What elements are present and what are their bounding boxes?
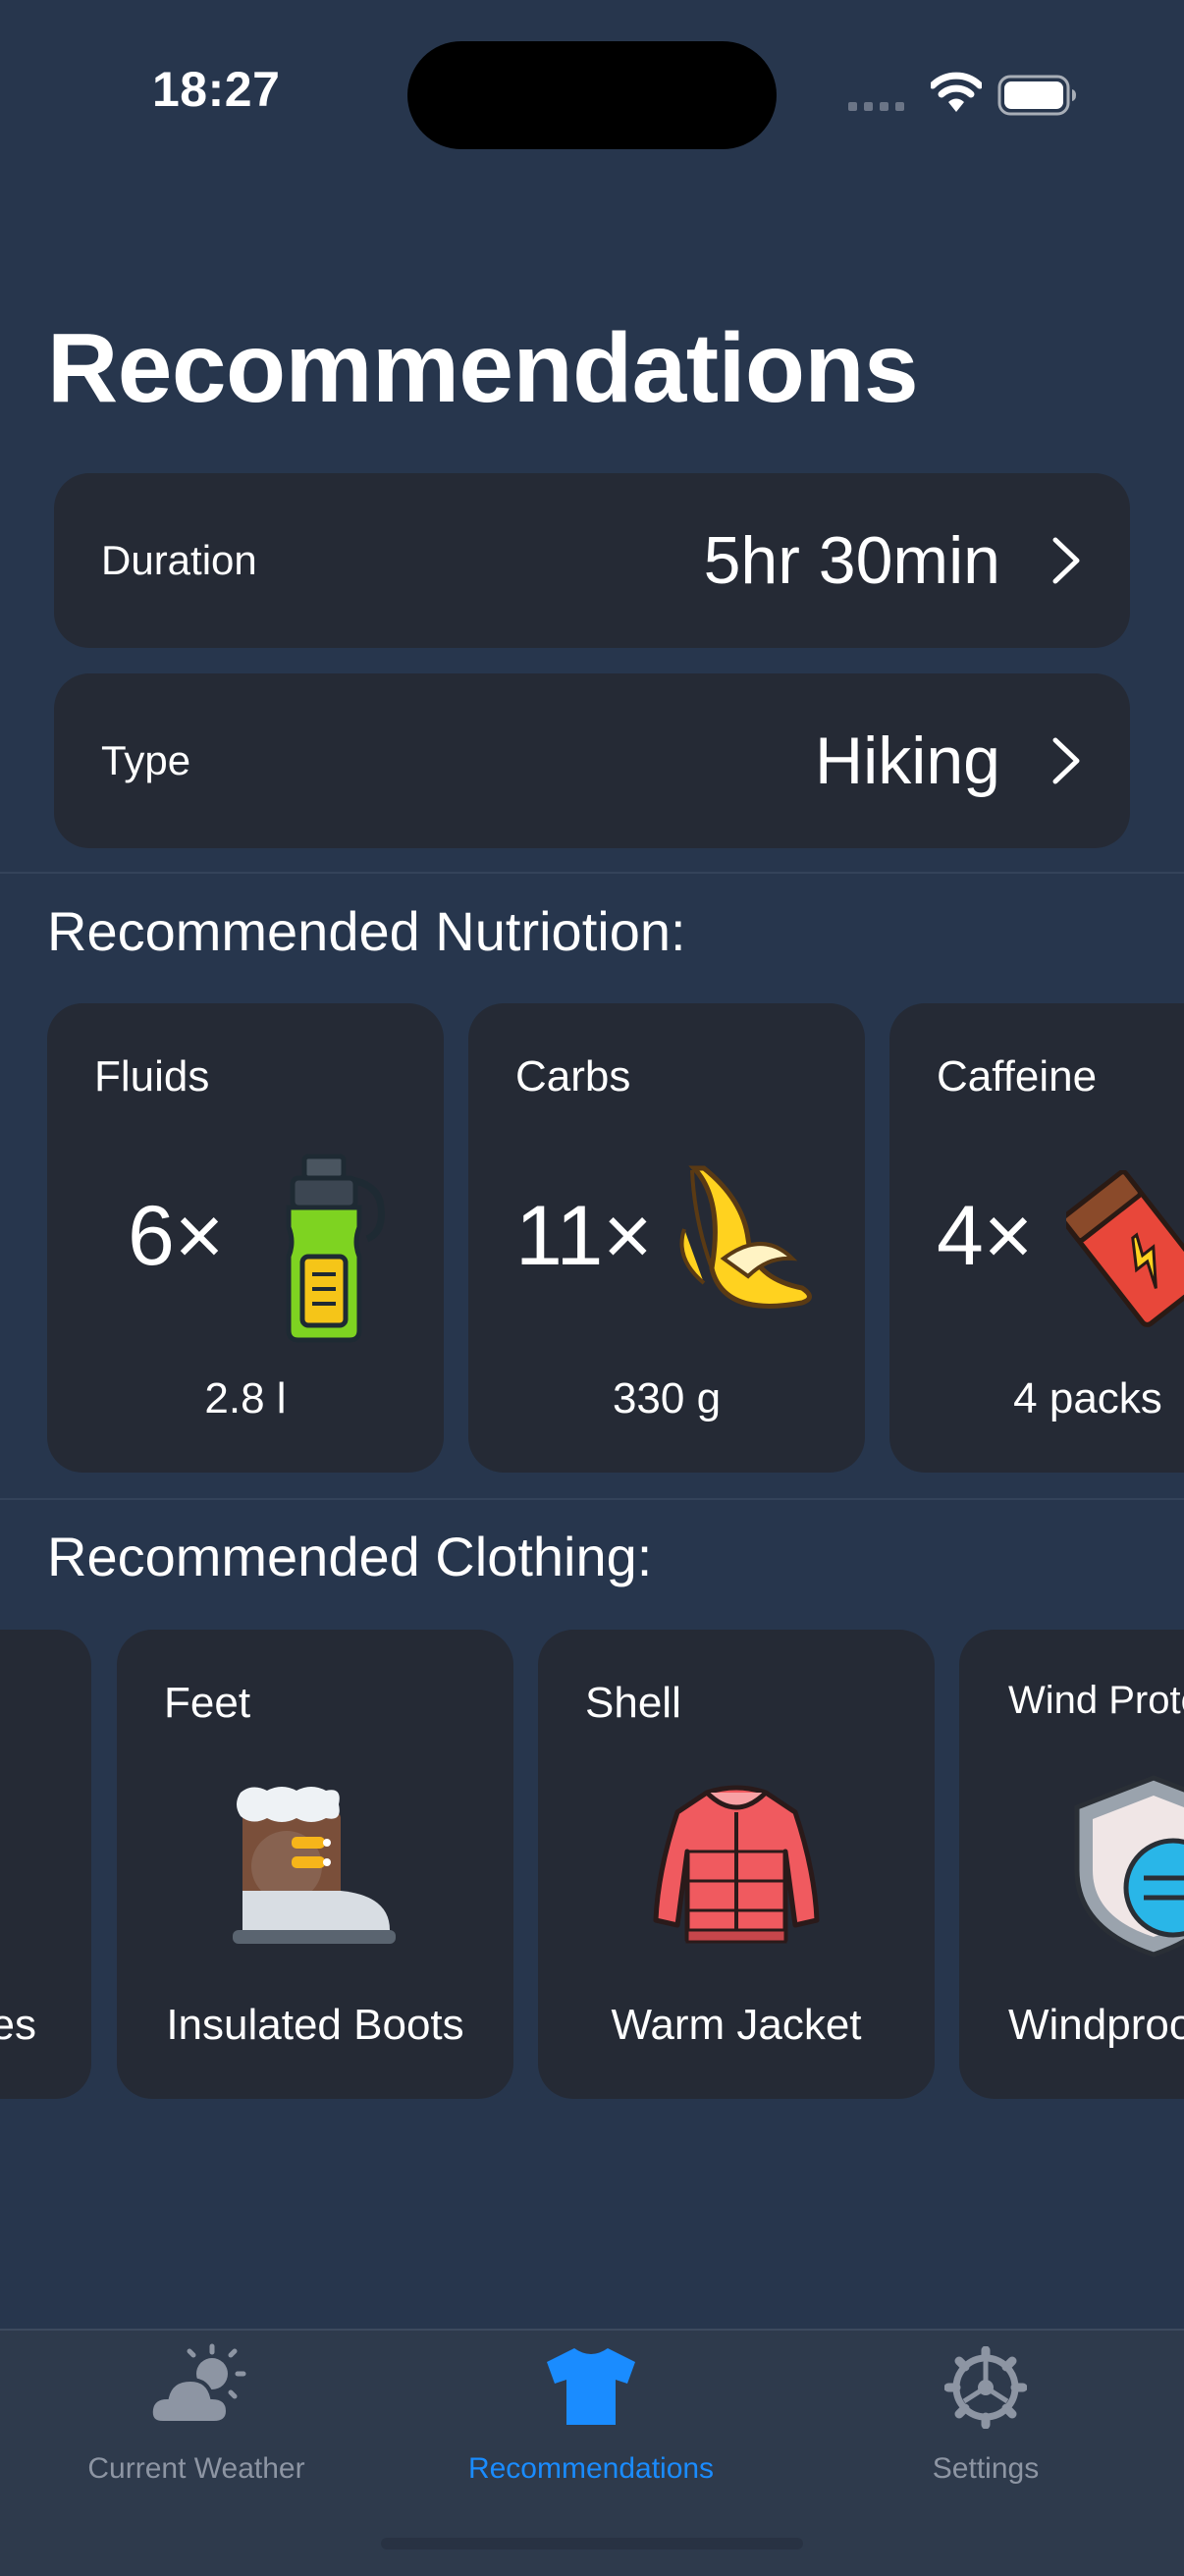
boot-icon	[233, 1787, 396, 1944]
clothing-card-item: es	[0, 2001, 36, 2049]
nutrition-card-amount: 2.8 l	[204, 1374, 287, 1422]
clothing-card-label: Feet	[164, 1679, 251, 1727]
cloud-sun-icon	[148, 2343, 246, 2425]
tab-label: Settings	[932, 2452, 1040, 2485]
tab-label: Recommendations	[467, 2452, 715, 2485]
tab-label: Current Weather	[87, 2452, 305, 2485]
clothing-card-wind[interactable]: Wind Prote Windproo	[959, 1630, 1184, 2099]
nutrition-card-amount: 330 g	[612, 1374, 722, 1422]
home-indicator	[381, 2538, 803, 2549]
type-value: Hiking	[815, 724, 1000, 798]
divider	[0, 1498, 1184, 1500]
nutrition-card-count: 4×	[937, 1189, 1034, 1283]
energy-bar-icon	[1066, 1170, 1184, 1327]
tshirt-icon	[547, 2348, 635, 2425]
type-label: Type	[101, 737, 191, 783]
battery-icon	[997, 75, 1076, 116]
banana-icon	[679, 1165, 812, 1309]
jacket-icon	[653, 1785, 820, 1944]
nutrition-section-title: Recommended Nutriotion:	[47, 900, 686, 962]
nutrition-carousel[interactable]: Fluids 6× 2.8 l Carbs 11× 330 g Caffeine…	[0, 1003, 1184, 1475]
duration-row[interactable]: Duration 5hr 30min	[54, 473, 1130, 648]
clothing-card-item: Insulated Boots	[166, 2001, 464, 2049]
duration-label: Duration	[101, 537, 257, 583]
clothing-card-item: Windproo	[1008, 2001, 1184, 2049]
dynamic-island	[407, 41, 777, 149]
divider	[0, 872, 1184, 874]
status-time: 18:27	[152, 62, 281, 117]
nutrition-card-amount: 4 packs	[1013, 1374, 1162, 1422]
clothing-card-label: Wind Prote	[1008, 1679, 1184, 1722]
nutrition-card-label: Caffeine	[937, 1052, 1098, 1100]
wifi-icon	[931, 72, 982, 112]
chevron-right-icon	[1052, 737, 1080, 784]
cellular-signal-icon	[848, 102, 904, 111]
nutrition-card-carbs[interactable]: Carbs 11× 330 g	[468, 1003, 865, 1473]
clothing-card-label: Shell	[585, 1679, 681, 1727]
duration-value: 5hr 30min	[703, 523, 1000, 598]
nutrition-card-caffeine[interactable]: Caffeine 4× 4 packs	[889, 1003, 1184, 1473]
clothing-carousel[interactable]: es Feet Insulated Boots Shell Warm Jacke…	[0, 1630, 1184, 2101]
gear-icon	[944, 2346, 1027, 2429]
nutrition-card-count: 11×	[515, 1189, 653, 1283]
chevron-right-icon	[1052, 537, 1080, 584]
nutrition-card-label: Carbs	[515, 1052, 631, 1100]
water-bottle-icon	[286, 1154, 385, 1343]
clothing-card-feet[interactable]: Feet Insulated Boots	[117, 1630, 513, 2099]
page-title: Recommendations	[47, 313, 919, 423]
nutrition-card-fluids[interactable]: Fluids 6× 2.8 l	[47, 1003, 444, 1473]
clothing-card-partial[interactable]: es	[0, 1630, 91, 2099]
type-row[interactable]: Type Hiking	[54, 673, 1130, 848]
clothing-section-title: Recommended Clothing:	[47, 1526, 653, 1587]
clothing-card-shell[interactable]: Shell Warm Jacket	[538, 1630, 935, 2099]
nutrition-card-label: Fluids	[94, 1052, 210, 1100]
clothing-card-item: Warm Jacket	[611, 2001, 862, 2049]
nutrition-card-count: 6×	[128, 1189, 225, 1283]
wind-shield-icon	[1074, 1775, 1184, 1958]
